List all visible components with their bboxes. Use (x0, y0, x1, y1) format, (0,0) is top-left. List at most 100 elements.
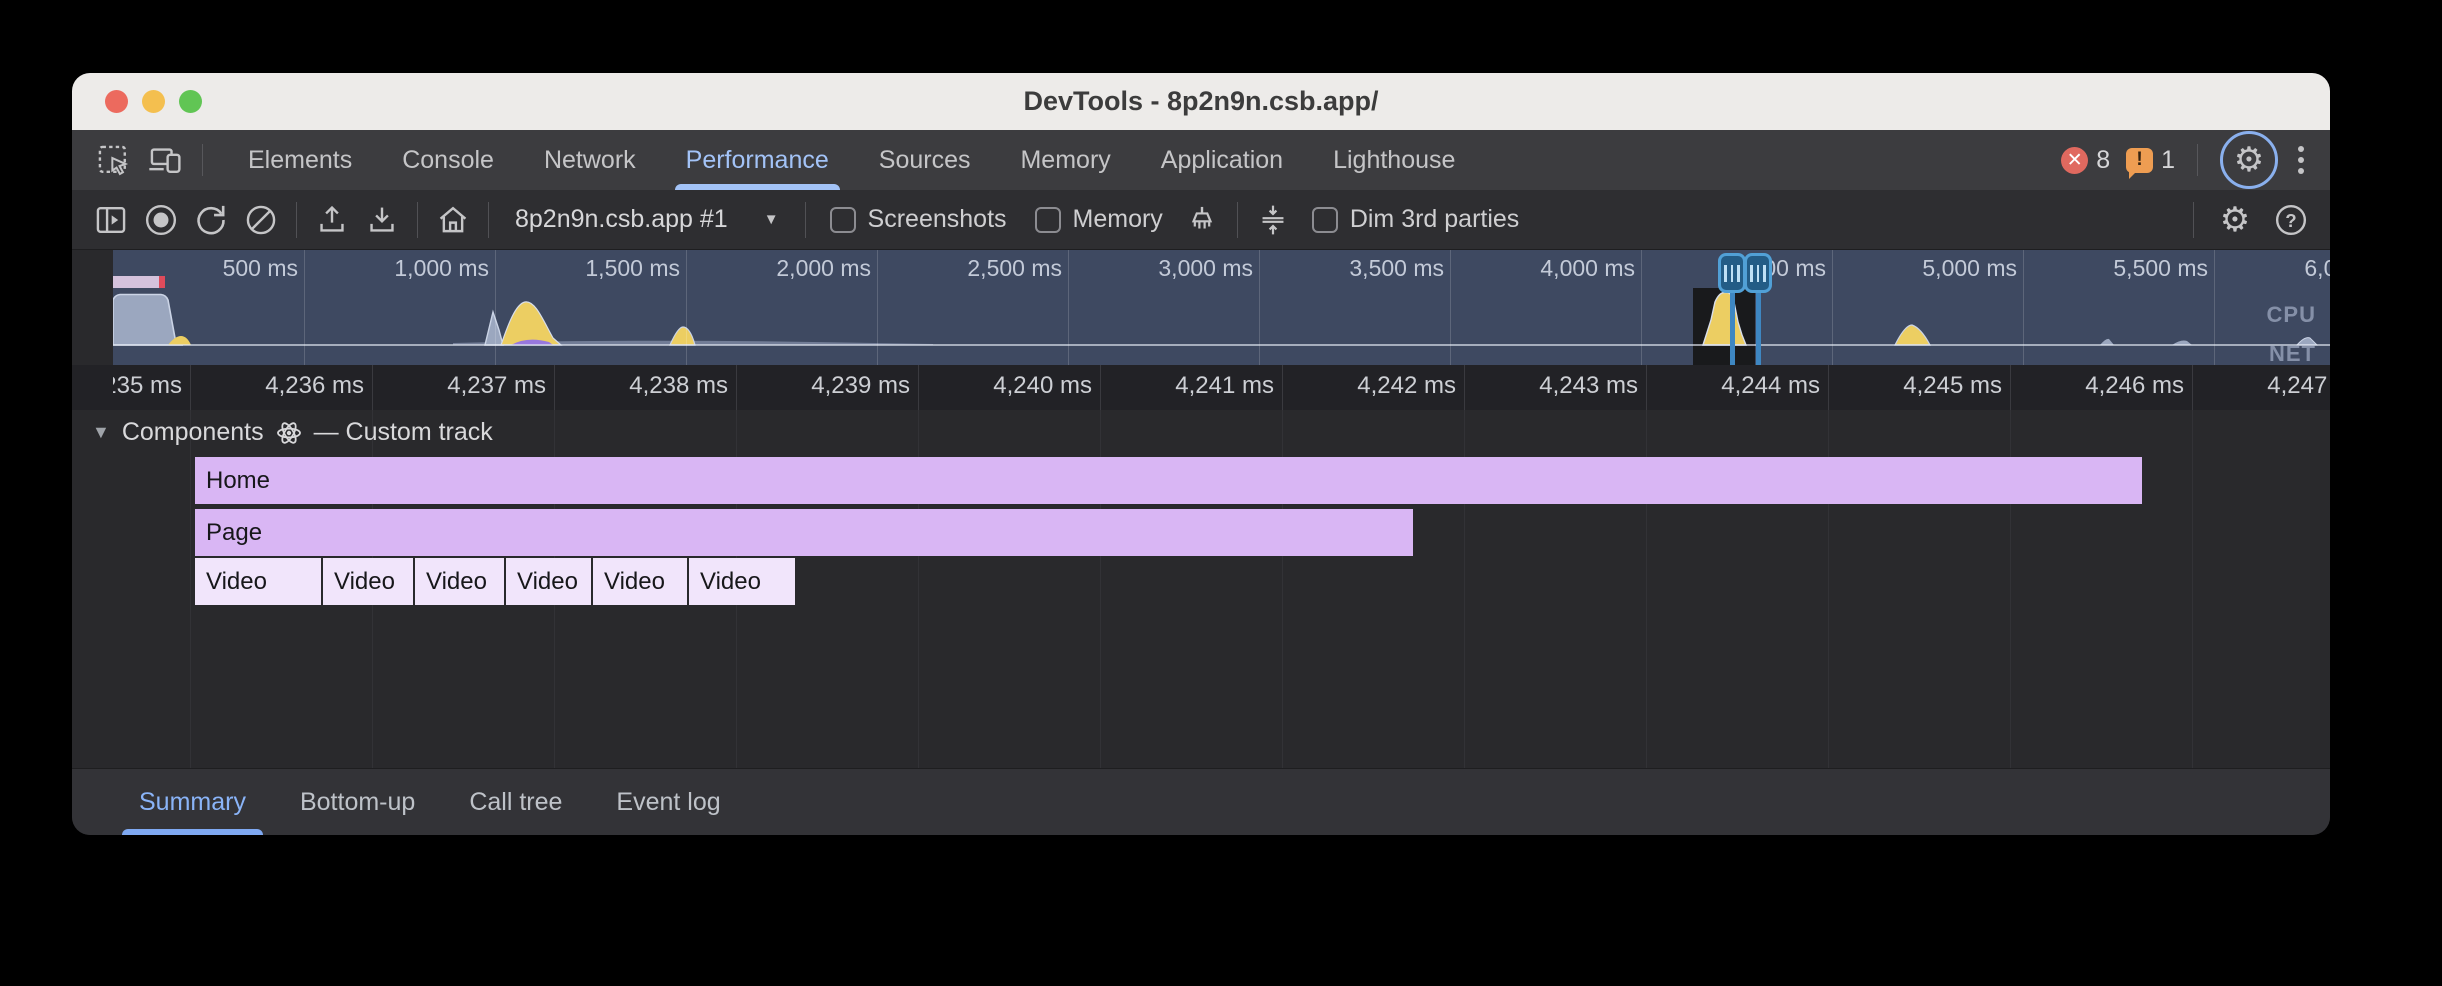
details-tabbar: Summary Bottom-up Call treeEvent log (72, 768, 2330, 835)
tab-network[interactable]: Network (519, 130, 661, 190)
more-options-menu[interactable] (2294, 142, 2308, 178)
ruler-gridline (736, 365, 737, 410)
flame-bar-page[interactable]: Page (195, 509, 1413, 556)
timeline-overview[interactable]: 500 ms1,000 ms1,500 ms2,000 ms2,500 ms3,… (72, 250, 2330, 365)
tab-application[interactable]: Application (1136, 130, 1308, 190)
ruler-tick-label: 4,241 ms (1114, 372, 1274, 400)
load-profile-icon[interactable] (311, 199, 353, 241)
device-toolbar-icon[interactable] (144, 139, 186, 181)
show-sidebar-icon[interactable] (90, 199, 132, 241)
selection-right-handle[interactable] (1744, 253, 1772, 293)
flame-bar-video[interactable]: Video (593, 558, 687, 605)
minimize-window-button[interactable] (142, 90, 165, 113)
track-name: Components (122, 418, 264, 447)
settings-button-focused[interactable]: ⚙ (2220, 131, 2278, 189)
zoom-window-button[interactable] (179, 90, 202, 113)
overview-tick-label: 4,000 ms (1415, 255, 1635, 282)
checkbox-icon (1035, 207, 1061, 233)
overview-tick-label: 3,500 ms (1224, 255, 1444, 282)
flame-bar-label: Video (604, 568, 665, 596)
overview-cpu-strip[interactable]: 500 ms1,000 ms1,500 ms2,000 ms2,500 ms3,… (113, 250, 2330, 365)
flame-bar-label: Video (700, 568, 761, 596)
checkbox-icon (1312, 207, 1338, 233)
details-tab-call-tree[interactable]: Call tree (442, 769, 589, 835)
collapse-tracks-icon[interactable] (1252, 199, 1294, 241)
flame-bar-label: Video (517, 568, 578, 596)
flame-bar-video[interactable]: Video (689, 558, 795, 605)
flame-bar-home[interactable]: Home (195, 457, 2142, 504)
target-selector-dropdown[interactable]: 8p2n9n.csb.app #1 ▼ (503, 205, 791, 234)
collect-garbage-icon[interactable] (1181, 199, 1223, 241)
track-gridline (190, 410, 191, 768)
expand-caret-icon: ▼ (92, 422, 110, 443)
tab-label: Elements (248, 146, 352, 175)
ruler-gridline (2010, 365, 2011, 410)
ruler-tick-label: 4,243 ms (1478, 372, 1638, 400)
flame-bar-label: Video (334, 568, 395, 596)
ruler-gridline (372, 365, 373, 410)
tab-label: Application (1161, 146, 1283, 175)
tab-label: Lighthouse (1333, 146, 1455, 175)
tab-console[interactable]: Console (377, 130, 519, 190)
screenshots-checkbox[interactable]: Screenshots (820, 205, 1017, 234)
overview-tick-label: 4,500 ms (1606, 255, 1826, 282)
svg-text:?: ? (2285, 209, 2296, 230)
ruler-gridline (2192, 365, 2193, 410)
inspect-element-icon[interactable] (92, 139, 134, 181)
flame-bar-video[interactable]: Video (506, 558, 591, 605)
flame-bar-label: Home (206, 467, 270, 495)
record-icon[interactable] (140, 199, 182, 241)
custom-track-area[interactable]: ▼ Components — Custom track HomePageVide… (72, 410, 2330, 768)
overview-tick-label: 5,500 ms (1988, 255, 2208, 282)
tab-memory[interactable]: Memory (995, 130, 1135, 190)
capture-settings-gear-icon[interactable]: ⚙ (2214, 199, 2256, 241)
help-icon[interactable]: ? (2270, 199, 2312, 241)
ruler-tick-label: 4,245 ms (1842, 372, 2002, 400)
divider (805, 202, 806, 238)
tab-label: Memory (1020, 146, 1110, 175)
ruler-gridline (1464, 365, 1465, 410)
gear-icon: ⚙ (2220, 203, 2250, 237)
overview-tick-label: 6,000 ms (2179, 255, 2330, 282)
dim-3rd-parties-checkbox[interactable]: Dim 3rd parties (1302, 205, 1530, 234)
ruler-gridline (1646, 365, 1647, 410)
overview-tick-label: 2,000 ms (651, 255, 871, 282)
ruler-tick-label: 4,246 ms (2024, 372, 2184, 400)
timeline-ruler: 4,235 ms4,236 ms4,237 ms4,238 ms4,239 ms… (72, 365, 2330, 410)
home-icon[interactable] (432, 199, 474, 241)
tab-performance[interactable]: Performance (661, 130, 854, 190)
devtools-window: DevTools - 8p2n9n.csb.app/ ElementsConso… (72, 73, 2330, 835)
flame-bar-video[interactable]: Video (195, 558, 321, 605)
issues-badge[interactable]: ! 1 (2126, 146, 2175, 175)
track-gridline (2192, 410, 2193, 768)
ruler-tick-label: 4,244 ms (1660, 372, 1820, 400)
ruler-gridline (918, 365, 919, 410)
save-profile-icon[interactable] (361, 199, 403, 241)
flame-bar-video[interactable]: Video (323, 558, 413, 605)
close-window-button[interactable] (105, 90, 128, 113)
selection-left-handle[interactable] (1718, 253, 1746, 293)
atom-icon (276, 420, 302, 446)
reload-and-record-icon[interactable] (190, 199, 232, 241)
ruler-tick-label: 4,235 ms (113, 372, 182, 400)
details-tab-bottom-up[interactable]: Bottom-up (273, 769, 442, 835)
dim-3rd-parties-label: Dim 3rd parties (1350, 205, 1520, 234)
divider (488, 202, 489, 238)
clear-icon[interactable] (240, 199, 282, 241)
tab-elements[interactable]: Elements (223, 130, 377, 190)
flame-bar-video[interactable]: Video (415, 558, 504, 605)
details-tab-event-log[interactable]: Event log (589, 769, 747, 835)
tab-sources[interactable]: Sources (854, 130, 996, 190)
details-tab-label: Bottom-up (300, 788, 415, 817)
details-tab-summary[interactable]: Summary (112, 769, 273, 835)
memory-checkbox[interactable]: Memory (1025, 205, 1173, 234)
cpu-lane-label: CPU (2267, 302, 2316, 328)
tab-label: Network (544, 146, 636, 175)
performance-toolbar: 8p2n9n.csb.app #1 ▼ Screenshots Memory (72, 190, 2330, 250)
console-errors-badge[interactable]: ✕ 8 (2061, 146, 2110, 175)
tab-lighthouse[interactable]: Lighthouse (1308, 130, 1480, 190)
checkbox-icon (830, 207, 856, 233)
error-icon: ✕ (2061, 147, 2088, 174)
components-track-header[interactable]: ▼ Components — Custom track (92, 418, 493, 447)
divider (296, 202, 297, 238)
